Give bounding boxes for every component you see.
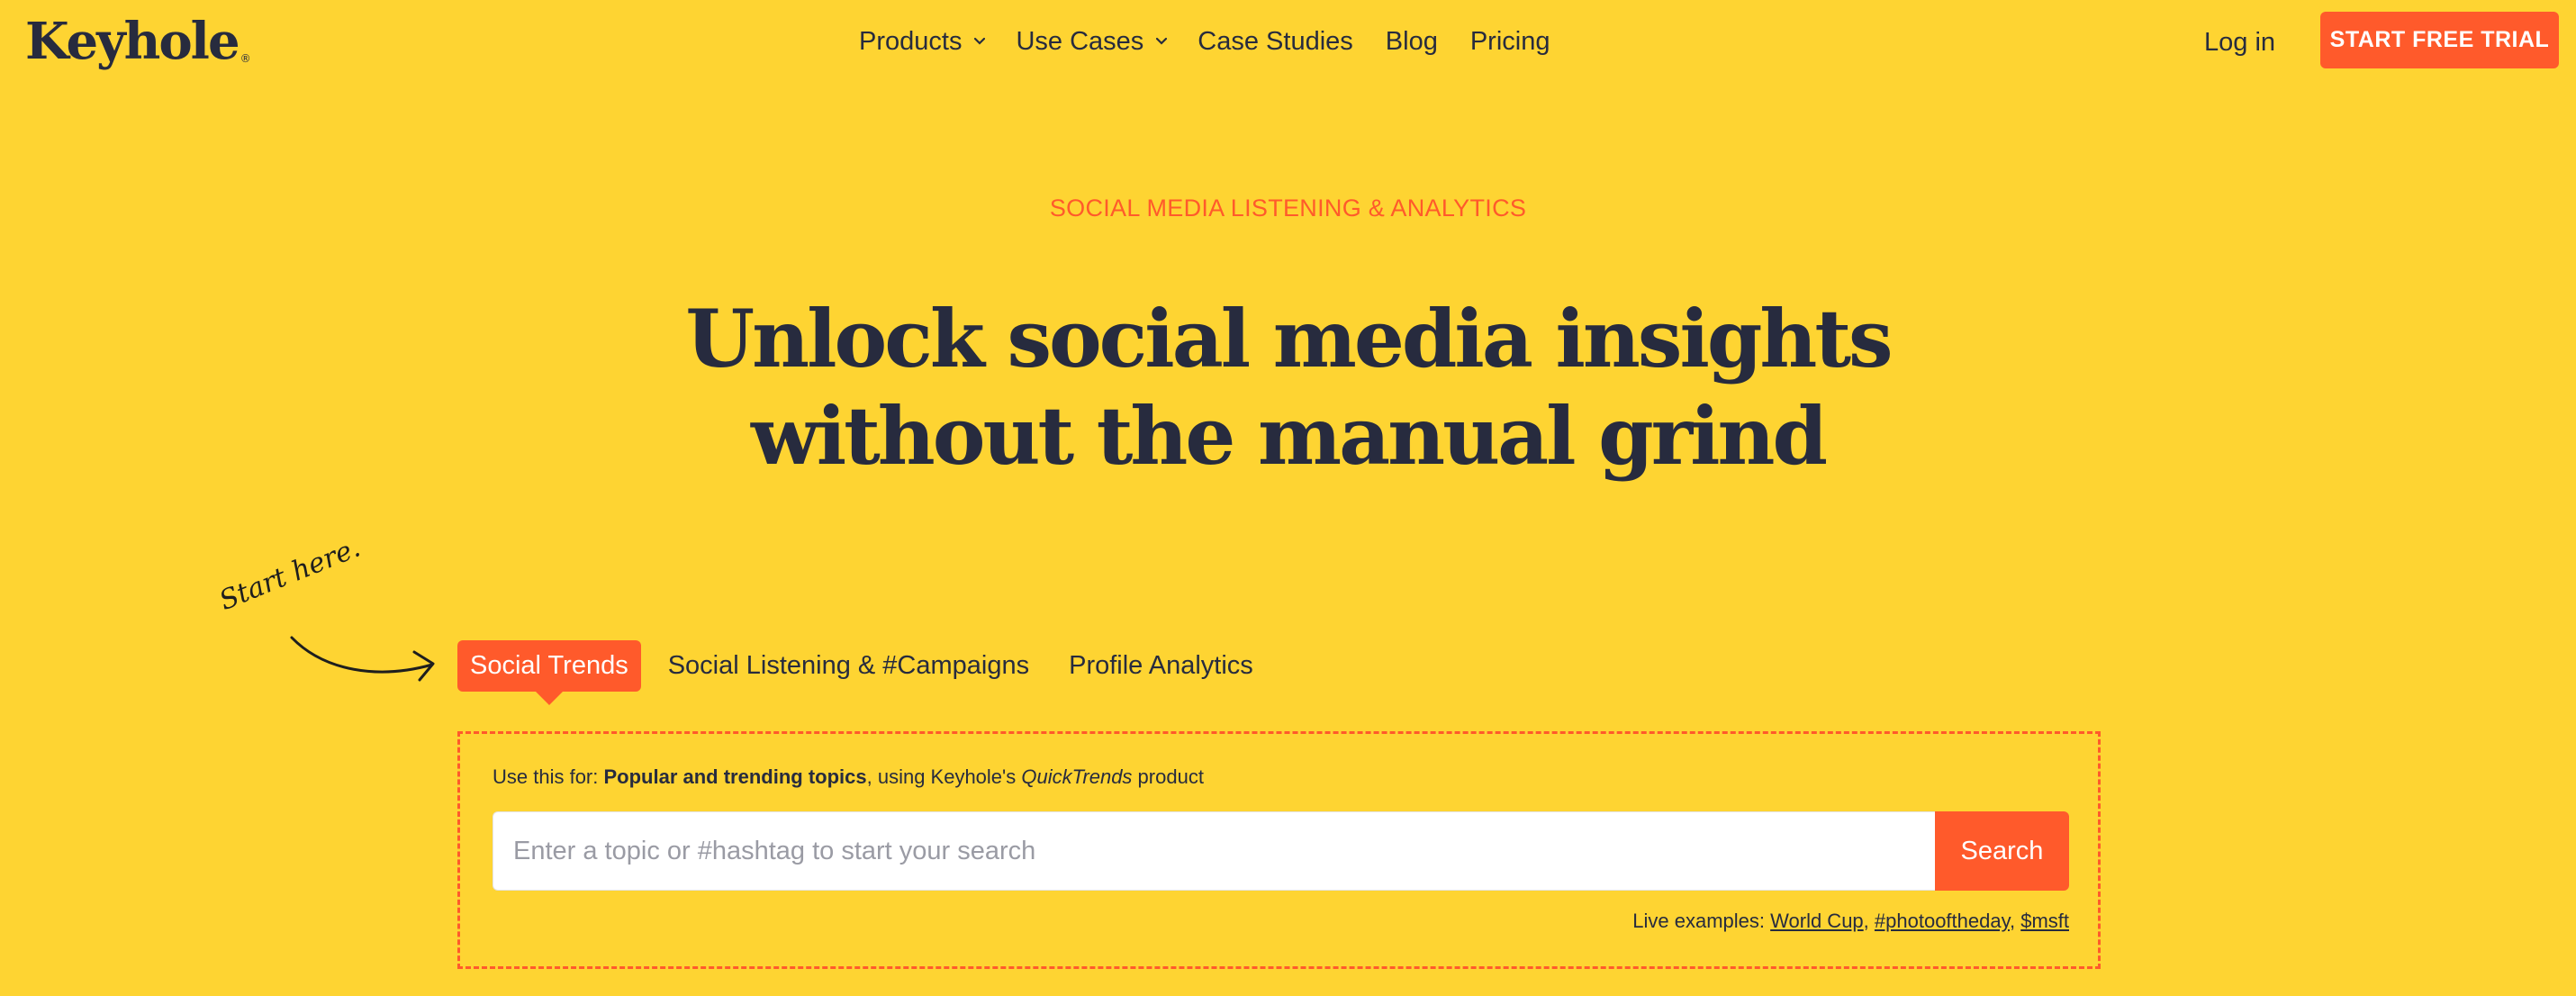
example-link-world-cup[interactable]: World Cup [1770,910,1864,932]
nav-pricing[interactable]: Pricing [1470,27,1550,57]
separator: , [2009,910,2021,932]
headline-line-1: Unlock social media insights [685,292,1893,385]
start-here-annotation: Start here. [214,531,366,617]
use-for-suffix: product [1132,765,1204,788]
logo-text: Keyhole [25,12,240,71]
live-examples: Live examples: World Cup, #photooftheday… [1632,910,2069,933]
nav-case-studies[interactable]: Case Studies [1198,27,1353,57]
tab-social-trends[interactable]: Social Trends [457,640,641,705]
keyhole-logo[interactable]: Keyhole ® [25,5,251,95]
live-examples-label: Live examples: [1632,910,1771,932]
main-nav: Products Use Cases Case Studies Blog Pri… [859,18,1582,65]
nav-blog[interactable]: Blog [1386,27,1438,57]
separator: , [1863,910,1875,932]
example-link-msft[interactable]: $msft [2020,910,2069,932]
registered-mark: ® [240,52,251,65]
tab-profile-analytics[interactable]: Profile Analytics [1056,640,1266,692]
use-for-prefix: Use this for: [493,765,604,788]
headline-line-2: without the manual grind [750,389,1828,483]
hero-eyebrow: SOCIAL MEDIA LISTENING & ANALYTICS [1049,195,1527,222]
use-for-topic: Popular and trending topics [603,765,867,788]
start-free-trial-button[interactable]: START FREE TRIAL [2320,12,2559,68]
nav-products-label: Products [859,26,963,56]
search-button[interactable]: Search [1935,811,2069,891]
nav-use-cases-label: Use Cases [1016,26,1144,56]
example-link-photooftheday[interactable]: #photooftheday [1875,910,2010,932]
login-link[interactable]: Log in [2204,22,2275,63]
curved-arrow-icon [290,636,435,682]
chevron-down-icon [974,37,986,46]
hero-headline: Unlock social media insights without the… [0,290,2576,484]
search-input[interactable] [493,811,1935,891]
use-for-description: Use this for: Popular and trending topic… [493,765,1204,789]
product-name: QuickTrends [1021,765,1133,788]
nav-products[interactable]: Products [859,26,986,57]
use-for-mid: , using Keyhole's [866,765,1022,788]
chevron-down-icon [1156,37,1168,46]
tab-social-listening-campaigns[interactable]: Social Listening & #Campaigns [655,640,1042,692]
search-mode-tabs: Social Trends Social Listening & #Campai… [457,640,1280,705]
nav-use-cases[interactable]: Use Cases [1016,26,1168,57]
